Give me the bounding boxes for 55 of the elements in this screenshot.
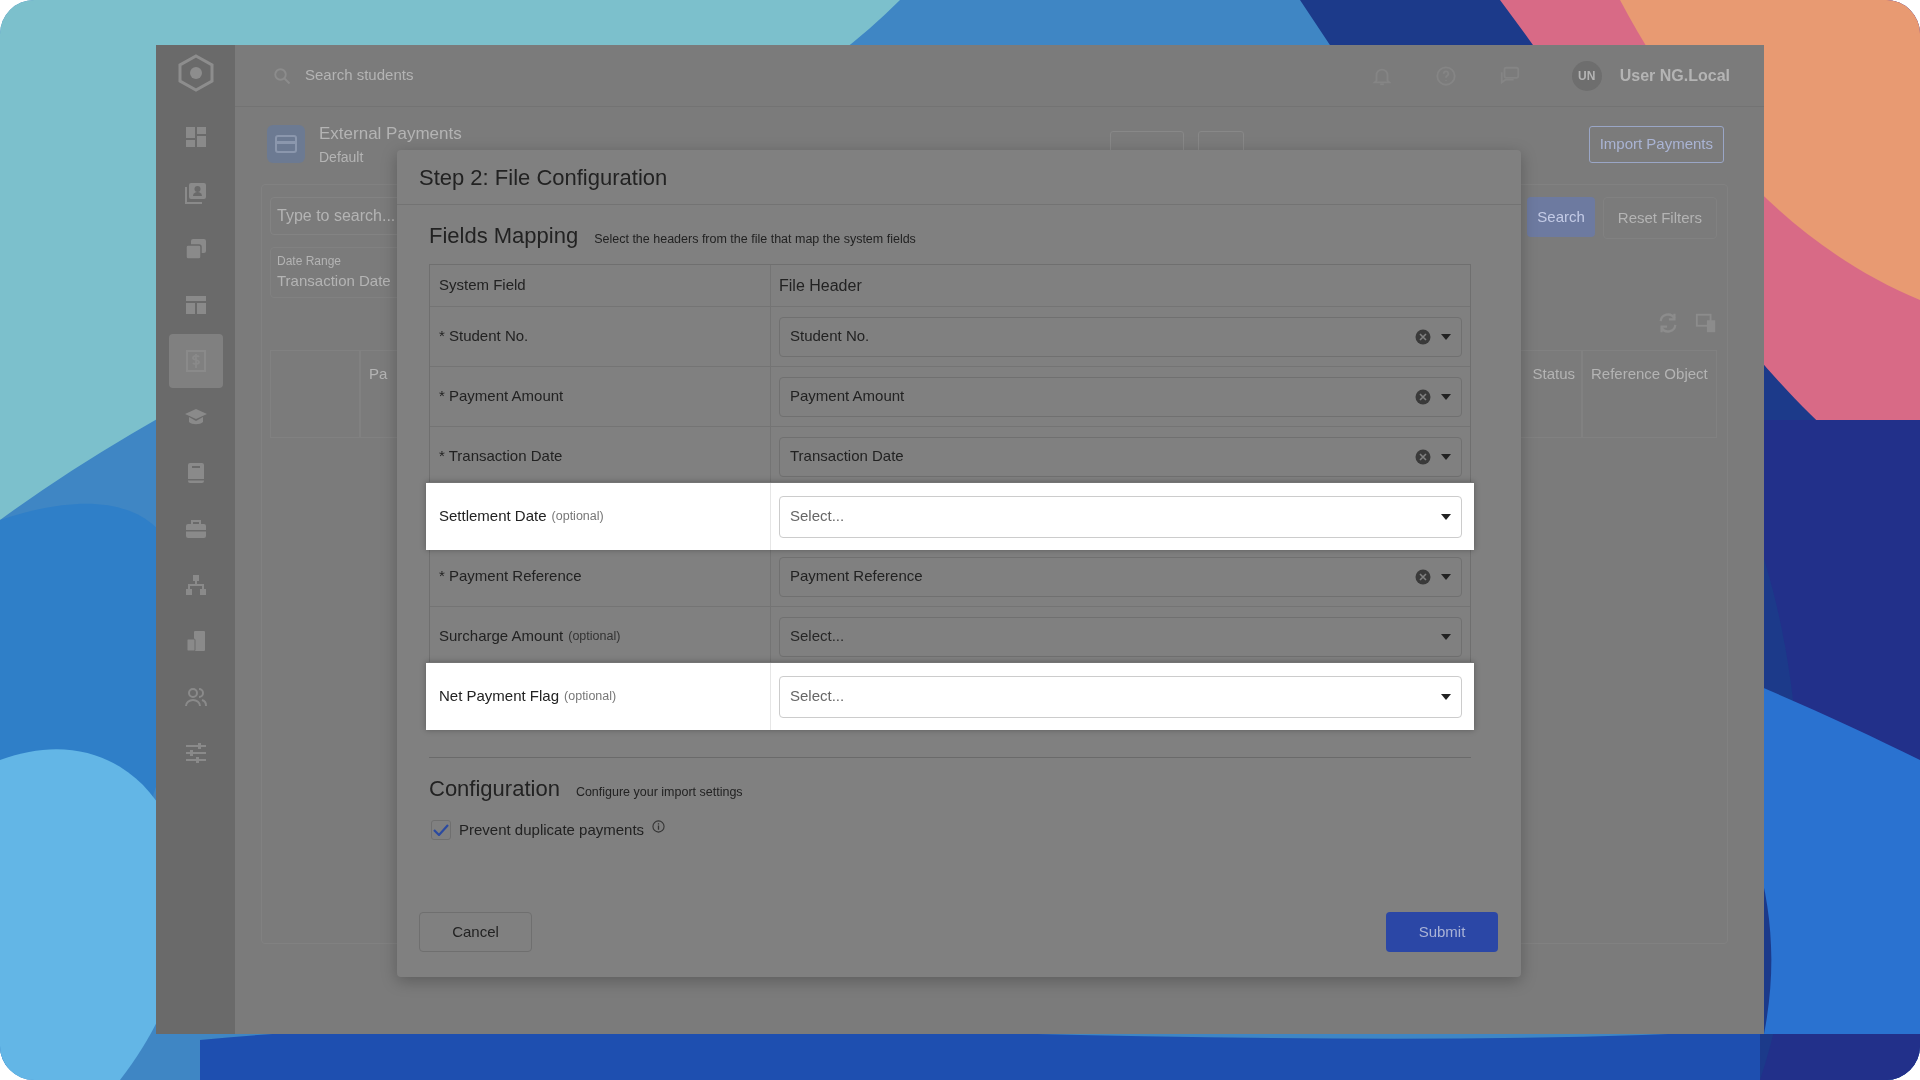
clear-icon[interactable] <box>1415 388 1431 405</box>
field-label: Net Payment Flag <box>439 686 560 707</box>
sidebar-item[interactable] <box>168 334 223 388</box>
select-field[interactable]: Payment Reference <box>779 556 1462 597</box>
people-icon <box>183 685 208 709</box>
search-field[interactable]: Search students <box>303 63 603 88</box>
grid-icon <box>183 125 208 149</box>
layout-icon <box>183 293 208 317</box>
optional-note: (optional) <box>568 628 621 646</box>
cancel-button[interactable]: Cancel <box>419 912 532 952</box>
card-icon <box>275 135 297 154</box>
column-header: Reference Object <box>1582 349 1717 438</box>
field-label: * Transaction Date <box>439 446 563 467</box>
section-subtitle: Configure your import settings <box>575 784 743 801</box>
select-field[interactable]: Select... <box>779 616 1462 657</box>
checkbox[interactable] <box>431 820 451 841</box>
sliders-icon <box>183 741 208 765</box>
clear-icon[interactable] <box>1415 568 1431 585</box>
column-header: File Header <box>779 275 862 296</box>
optional-note: (optional) <box>551 508 604 526</box>
select-field[interactable]: Student No. <box>779 316 1462 357</box>
avatar[interactable]: UN <box>1571 60 1602 91</box>
submit-button[interactable]: Submit <box>1386 912 1498 952</box>
field-label: * Payment Reference <box>439 566 582 587</box>
select-field[interactable]: Transaction Date <box>779 436 1462 477</box>
info-icon[interactable] <box>652 819 666 833</box>
section-subtitle: Select the headers from the file that map the system fields <box>594 231 916 248</box>
select-field[interactable]: Select... <box>779 495 1462 538</box>
select-field[interactable]: Payment Amount <box>779 376 1462 417</box>
section-title: Fields Mapping <box>429 222 579 250</box>
checkbox-label: Prevent duplicate payments <box>459 820 645 840</box>
field-label: Surcharge Amount <box>439 626 564 647</box>
import-payments-button[interactable]: Import Payments <box>1588 126 1724 163</box>
user-name[interactable]: User NG.Local <box>1619 63 1730 88</box>
field-label: Settlement Date <box>439 506 547 527</box>
caret-icon[interactable] <box>1441 513 1451 520</box>
column-header: System Field <box>439 275 526 296</box>
modal-title: Step 2: File Configuration <box>397 150 1521 205</box>
clear-icon[interactable] <box>1415 448 1431 465</box>
page-subtitle: Default <box>319 147 365 167</box>
clear-icon[interactable] <box>1415 328 1431 345</box>
select-field[interactable]: Select... <box>779 675 1462 718</box>
field-label: * Student No. <box>439 326 529 347</box>
network-icon <box>183 573 208 597</box>
optional-note: (optional) <box>564 688 617 706</box>
caret-icon[interactable] <box>1441 693 1451 700</box>
contact-card-icon <box>183 181 208 205</box>
page-title: External Payments <box>319 123 462 145</box>
briefcase-icon <box>183 517 208 541</box>
search-button[interactable]: Search <box>1527 196 1595 237</box>
reset-filters-button[interactable]: Reset Filters <box>1602 196 1717 239</box>
check-icon <box>433 824 449 837</box>
stack-icon <box>183 237 208 261</box>
field-label: * Payment Amount <box>439 386 564 407</box>
section-title: Configuration <box>429 775 560 803</box>
